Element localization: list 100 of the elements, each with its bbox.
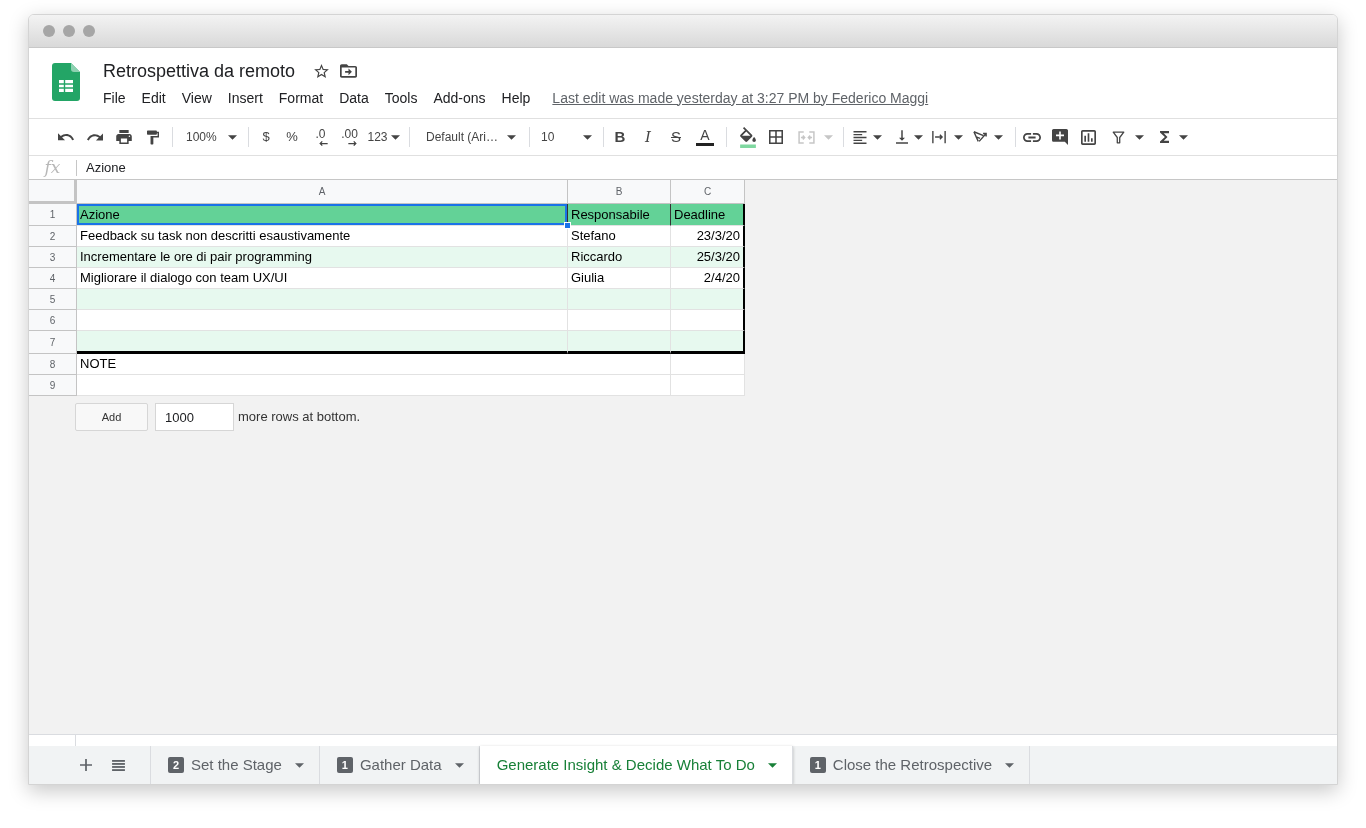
menu-item[interactable]: File <box>95 87 134 109</box>
formula-label: fx <box>44 159 61 176</box>
last-edit-link[interactable]: Last edit was made yesterday at 3:27 PM by Federico Maggi <box>552 87 929 109</box>
table-cell: NOTE <box>77 354 671 375</box>
table-cell: Giulia <box>568 268 671 289</box>
spreadsheet-logo-icon[interactable] <box>52 63 80 101</box>
document-title[interactable]: Retrospettiva da remoto <box>103 57 296 85</box>
row-number[interactable]: 4 <box>29 268 77 289</box>
percent-button[interactable]: % <box>278 124 306 150</box>
currency-button[interactable]: $ <box>254 124 278 150</box>
undo-icon <box>57 133 74 141</box>
row-number[interactable]: 5 <box>29 289 77 310</box>
font-dropdown[interactable]: Default (Ari… <box>416 124 522 150</box>
star-icon[interactable] <box>314 64 330 78</box>
menu-item[interactable]: Format <box>270 87 332 109</box>
column-header[interactable]: C <box>671 180 745 204</box>
caret-icon <box>954 134 963 140</box>
font-size-dropdown[interactable]: 10 <box>537 124 597 150</box>
number-badge: 1 <box>809 757 826 773</box>
row-number[interactable]: 6 <box>29 310 77 331</box>
menu-item[interactable]: View <box>173 87 220 109</box>
redo-icon <box>86 133 103 141</box>
number-badge: 2 <box>168 757 184 773</box>
left-arrow-icon <box>319 141 328 146</box>
table-cell: Riccardo <box>568 247 671 268</box>
row-number[interactable]: 3 <box>29 247 77 268</box>
menu-item[interactable]: Add-ons <box>425 87 494 109</box>
sheet-tab[interactable]: 2 Set the Stage <box>151 746 320 784</box>
zoom-dropdown[interactable]: 100% <box>178 124 244 150</box>
paint-roller-icon <box>146 129 159 145</box>
link-icon <box>1022 132 1041 142</box>
caret-icon <box>873 134 882 140</box>
grid-icon <box>769 130 783 144</box>
caret-icon <box>390 134 400 140</box>
table-cell: 23/3/20 <box>671 226 745 247</box>
table-cell: 2/4/20 <box>671 268 745 289</box>
text-color-button[interactable]: A <box>690 124 720 150</box>
table-cell: Incrementare le ore di pair programming <box>77 247 568 268</box>
caret-icon <box>507 134 516 140</box>
menu-item[interactable]: Data <box>331 87 377 109</box>
row-number[interactable]: 2 <box>29 226 77 247</box>
caret-icon <box>454 762 464 768</box>
caret-icon <box>1005 762 1015 768</box>
menu-item[interactable]: Tools <box>376 87 426 109</box>
column-header[interactable]: B <box>568 180 671 204</box>
right-arrow-icon <box>348 141 357 146</box>
table-cell: Responsabile <box>568 204 671 226</box>
add-rows-text: more rows at bottom. <box>238 408 361 427</box>
align-bottom-icon <box>896 130 908 144</box>
align-left-icon <box>853 130 867 144</box>
sheet-tab[interactable]: 1 Close the Retrospective <box>792 746 1031 784</box>
text-wrap-icon <box>932 130 946 144</box>
filter-icon <box>1112 130 1125 144</box>
decrease-decimals-button[interactable]: .0 <box>306 124 335 150</box>
sigma-icon <box>1160 131 1169 143</box>
formula-input[interactable]: Azione <box>77 156 1337 179</box>
add-rows-button[interactable]: Add <box>75 403 148 431</box>
fill-handle-icon[interactable] <box>564 222 571 229</box>
increase-decimals-button[interactable]: .00 <box>335 124 364 150</box>
bold-button[interactable]: B <box>606 124 634 150</box>
merge-icon <box>798 130 815 144</box>
add-icon <box>80 759 92 771</box>
row-number[interactable]: 7 <box>29 331 77 354</box>
number-format-dropdown[interactable]: 123 <box>364 124 403 150</box>
row-count-input[interactable]: 1000 <box>155 403 234 431</box>
row-number[interactable]: 8 <box>29 354 77 375</box>
text-rotation-icon <box>972 130 988 144</box>
table-cell: 25/3/20 <box>671 247 745 268</box>
caret-icon <box>228 134 237 140</box>
column-header[interactable]: A <box>77 180 568 204</box>
caret-icon <box>294 762 304 768</box>
menu-item[interactable]: Insert <box>219 87 271 109</box>
table-cell: Feedback su task non descritti esaustivamente <box>77 226 568 247</box>
strikethrough-button[interactable]: S <box>662 124 690 150</box>
row-number[interactable]: 9 <box>29 375 77 396</box>
caret-icon <box>1179 134 1188 140</box>
caret-icon <box>1135 134 1144 140</box>
caret-icon <box>824 134 833 140</box>
menu-item[interactable]: Help <box>493 87 539 109</box>
folder-icon[interactable] <box>340 64 358 78</box>
number-badge: 1 <box>336 757 353 773</box>
caret-icon <box>994 134 1003 140</box>
sheet-tab[interactable]: Generate Insight & Decide What To Do <box>479 746 793 784</box>
caret-icon <box>914 134 923 140</box>
add-comment-icon <box>1051 129 1068 145</box>
list-icon <box>111 759 125 771</box>
sheet-tab[interactable]: 1 Gather Data <box>319 746 480 784</box>
print-icon <box>115 130 132 144</box>
menu-item[interactable]: Edit <box>133 87 174 109</box>
table-cell: Stefano <box>568 226 671 247</box>
table-cell: Deadline <box>671 204 745 226</box>
paint-bucket-icon <box>739 126 756 148</box>
color-bar-icon <box>696 143 714 146</box>
table-cell: Migliorare il dialogo con team UX/UI <box>77 268 568 289</box>
bar-chart-icon <box>1081 129 1096 145</box>
row-number[interactable]: 1 <box>29 204 77 226</box>
caret-icon <box>583 134 592 140</box>
italic-button[interactable]: I <box>634 124 662 150</box>
caret-icon <box>767 762 777 768</box>
table-cell: Azione <box>77 204 568 226</box>
